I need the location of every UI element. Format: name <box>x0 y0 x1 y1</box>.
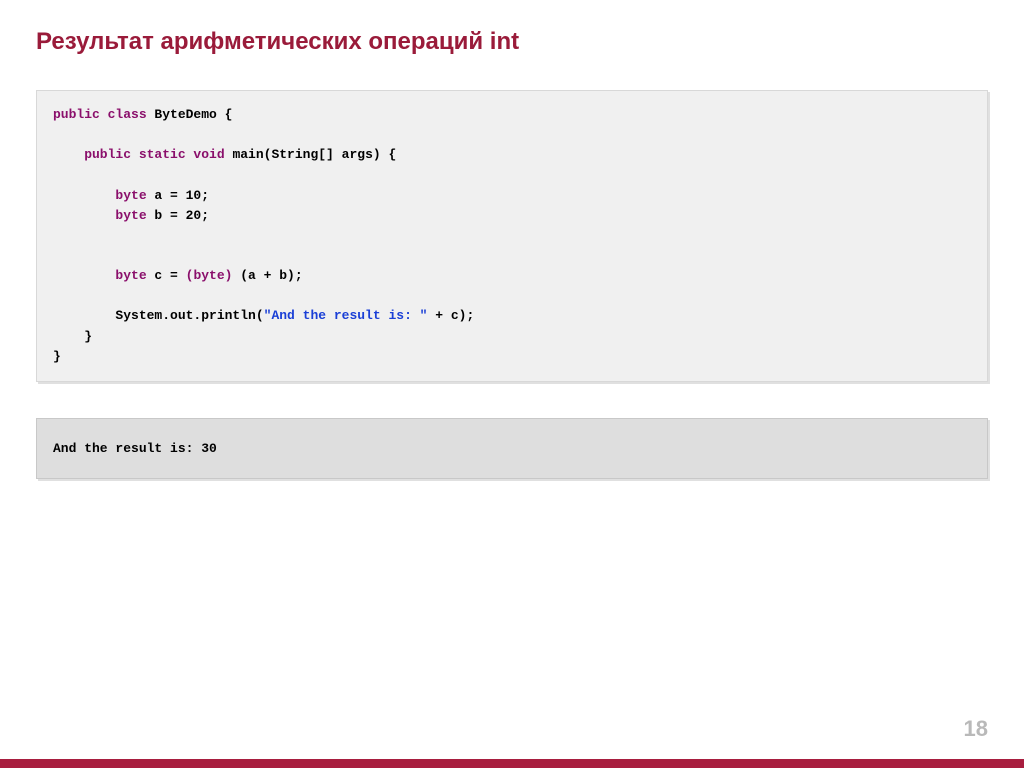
slide-title: Результат арифметических операций int <box>36 28 988 56</box>
code-text: System.out.println( <box>53 308 264 323</box>
output-block: And the result is: 30 <box>36 418 988 479</box>
code-keyword: public class <box>53 107 147 122</box>
code-text: b = 20; <box>147 208 209 223</box>
output-text: And the result is: 30 <box>53 441 217 456</box>
code-text: main(String[] args) { <box>225 147 397 162</box>
code-text: a = 10; <box>147 188 209 203</box>
code-text: } <box>53 349 61 364</box>
code-text: ByteDemo { <box>147 107 233 122</box>
code-keyword: byte <box>53 208 147 223</box>
code-text: } <box>53 329 92 344</box>
code-text: + c); <box>427 308 474 323</box>
code-text: c = <box>147 268 186 283</box>
slide: Результат арифметических операций int pu… <box>0 0 1024 768</box>
bottom-bar <box>0 759 1024 768</box>
code-string: "And the result is: " <box>264 308 428 323</box>
code-keyword: public static void <box>53 147 225 162</box>
code-block: public class ByteDemo { public static vo… <box>36 90 988 382</box>
code-text: (a + b); <box>232 268 302 283</box>
code-cast: (byte) <box>186 268 233 283</box>
page-number: 18 <box>964 716 988 742</box>
code-keyword: byte <box>53 188 147 203</box>
code-keyword: byte <box>53 268 147 283</box>
